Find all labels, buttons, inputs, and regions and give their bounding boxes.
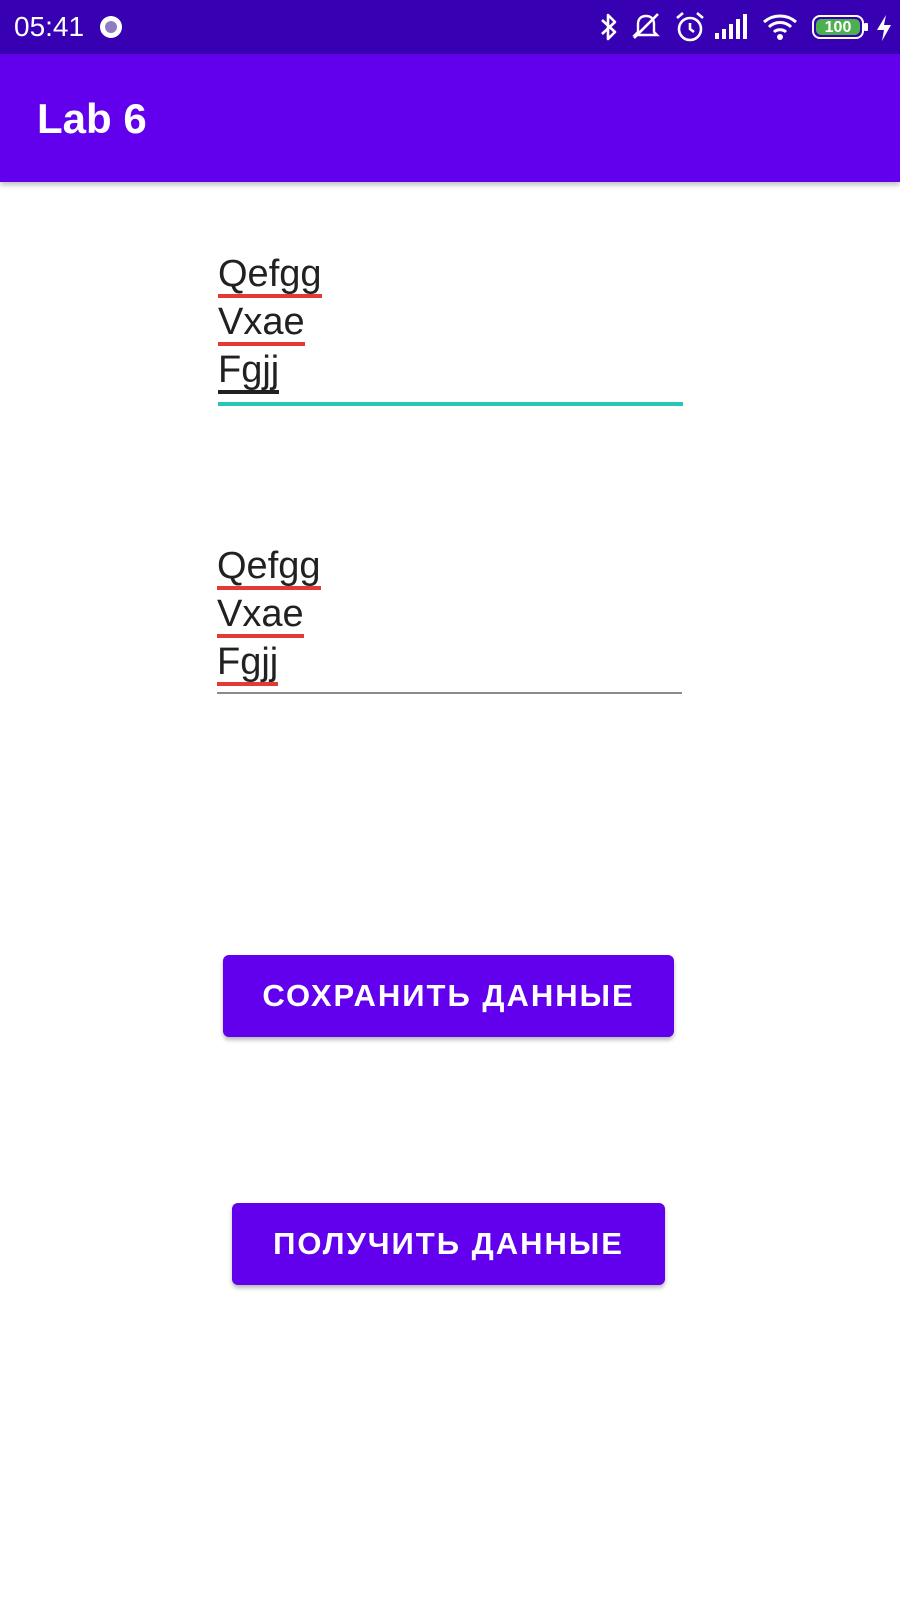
save-data-button[interactable]: СОХРАНИТЬ ДАННЫЕ (223, 955, 674, 1037)
bluetooth-icon (601, 13, 617, 41)
output-line: Fgjj (217, 638, 682, 686)
input-line: Qefgg (218, 250, 683, 298)
get-data-button[interactable]: ПОЛУЧИТЬ ДАННЫЕ (232, 1203, 665, 1285)
output-line-text: Vxae (217, 594, 304, 638)
battery-level: 100 (816, 19, 860, 36)
notifications-off-icon (632, 13, 660, 39)
output-text-field[interactable]: Qefgg Vxae Fgjj (217, 542, 682, 694)
input-line-text: Qefgg (218, 254, 322, 298)
output-line-text: Qefgg (217, 546, 321, 590)
input-line-text: Fgjj (218, 350, 280, 394)
record-icon (100, 16, 122, 38)
output-line-text: Fgjj (217, 642, 279, 686)
signal-icon (715, 14, 747, 39)
status-time: 05:41 (14, 11, 85, 42)
app-title: Lab 6 (37, 95, 147, 142)
input-line-text: Vxae (218, 302, 305, 346)
input-line: Vxae (218, 298, 683, 346)
output-line: Vxae (217, 590, 682, 638)
input-text-field[interactable]: Qefgg Vxae Fgjj (218, 250, 683, 406)
alarm-icon (676, 12, 704, 42)
output-line: Qefgg (217, 542, 682, 590)
input-line: Fgjj (218, 346, 683, 394)
status-bar: 05:41 100 (0, 0, 900, 54)
app-bar: Lab 6 (0, 54, 900, 182)
charging-icon (877, 15, 891, 41)
wifi-icon (763, 14, 797, 40)
battery-icon: 100 (812, 15, 868, 39)
